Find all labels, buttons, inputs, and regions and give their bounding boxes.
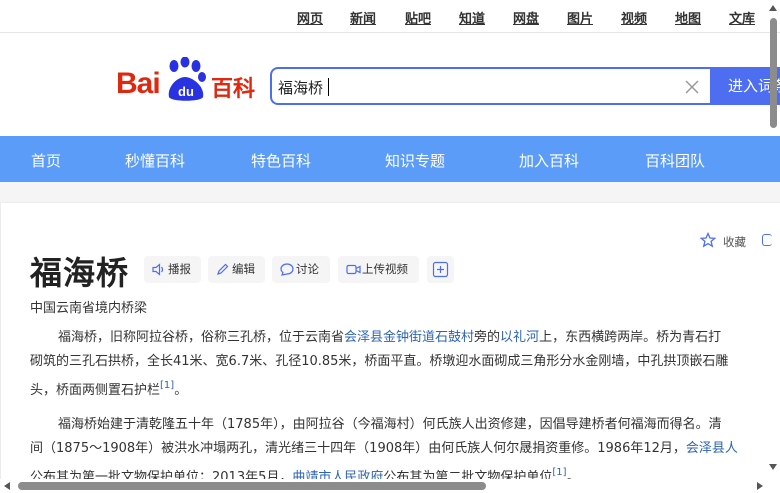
- search-box: [270, 67, 711, 105]
- link-jinzhong-shigu[interactable]: 会泽县金钟街道石鼓村: [344, 330, 474, 345]
- edit-button[interactable]: 编辑: [208, 256, 265, 283]
- topnav-link-zhidao[interactable]: 知道: [459, 8, 485, 27]
- add-button[interactable]: [427, 256, 454, 283]
- reference-link[interactable]: [1]: [552, 467, 566, 478]
- collect-label: 收藏: [723, 235, 746, 249]
- upload-video-label: 上传视频: [362, 262, 408, 276]
- edit-label: 编辑: [232, 262, 255, 276]
- play-button[interactable]: 播报: [144, 256, 201, 283]
- paragraph-2-line-2: 间（1875～1908年）被洪水冲塌两孔，清光绪三十四年（1908年）由何氏族人…: [30, 437, 738, 461]
- pencil-icon: [217, 263, 229, 275]
- text-caret: [328, 78, 329, 96]
- text-run: 。: [174, 383, 188, 398]
- nav-divider-bar: [0, 182, 780, 203]
- upload-video-button[interactable]: 上传视频: [338, 256, 419, 283]
- topnav-link-images[interactable]: 图片: [567, 8, 593, 27]
- play-label: 播报: [168, 262, 191, 276]
- scroll-right-arrow-icon[interactable]: [757, 482, 763, 490]
- chat-bubble-icon: [280, 263, 294, 276]
- paragraph-2-line-1: 福海桥始建于清乾隆五十年（1785年），由阿拉谷（今福海村）何氏族人出资修建，因…: [58, 417, 722, 432]
- horizontal-scrollbar[interactable]: [0, 479, 780, 493]
- topnav-link-web[interactable]: 网页: [297, 8, 323, 27]
- paw-logo-icon: du: [168, 57, 206, 101]
- baidu-baike-logo[interactable]: Bai du 百科: [116, 57, 258, 103]
- text-run: 福海桥，旧称阿拉谷桥，俗称三孔桥，位于云南省: [58, 330, 345, 345]
- link-yili-river[interactable]: 以礼河: [500, 330, 539, 345]
- vertical-scrollbar[interactable]: [768, 18, 778, 460]
- star-icon: [700, 232, 716, 248]
- paragraph-1-line-2: 砌筑的三孔石拱桥，全长41米、宽6.7米、孔径10.85米，桥面平直。桥墩迎水面…: [30, 354, 729, 369]
- top-navigation: 网页 新闻 贴吧 知道 网盘 图片 视频 地图 文库: [0, 0, 780, 33]
- topnav-link-map[interactable]: 地图: [675, 8, 701, 27]
- topnav-link-pan[interactable]: 网盘: [513, 8, 539, 27]
- search-input[interactable]: [278, 75, 668, 99]
- text-run: 旁的: [474, 330, 501, 345]
- nav-item-home[interactable]: 首页: [31, 150, 61, 171]
- reference-link[interactable]: [1]: [160, 380, 174, 391]
- article-title: 福海桥: [30, 254, 130, 292]
- logo-text-bai: Bai: [116, 67, 161, 100]
- scroll-left-arrow-icon[interactable]: [4, 482, 10, 490]
- text-run: 上，东西横跨两岸。桥为青石打: [539, 330, 722, 345]
- plus-icon: [432, 261, 449, 278]
- topnav-link-tieba[interactable]: 贴吧: [405, 8, 431, 27]
- horizontal-scroll-thumb[interactable]: [18, 482, 486, 490]
- text-run: 头，桥面两侧置石护栏: [30, 383, 161, 398]
- link-huize-county[interactable]: 会泽县人: [686, 441, 738, 456]
- clear-icon[interactable]: [682, 77, 702, 97]
- nav-item-miaodong[interactable]: 秒懂百科: [125, 150, 185, 171]
- video-camera-icon: [346, 264, 361, 275]
- discuss-button[interactable]: 讨论: [272, 256, 330, 283]
- vertical-scroll-thumb[interactable]: [770, 18, 777, 128]
- main-navigation: 首页 秒懂百科 特色百科 知识专题 加入百科 百科团队: [0, 136, 780, 182]
- nav-item-join[interactable]: 加入百科: [519, 150, 579, 171]
- logo-text-du: du: [178, 84, 194, 99]
- nav-item-team[interactable]: 百科团队: [645, 150, 705, 171]
- speaker-icon: [152, 263, 164, 276]
- nav-item-topics[interactable]: 知识专题: [385, 150, 445, 171]
- scroll-down-arrow-icon[interactable]: [769, 464, 777, 470]
- scroll-up-arrow-icon[interactable]: [769, 5, 777, 11]
- paragraph-1-line-1: 福海桥，旧称阿拉谷桥，俗称三孔桥，位于云南省会泽县金钟街道石鼓村旁的以礼河上，东…: [58, 326, 721, 350]
- topnav-link-news[interactable]: 新闻: [350, 8, 376, 27]
- discuss-label: 讨论: [296, 262, 319, 276]
- logo-text-baike: 百科: [211, 77, 256, 102]
- article-subtitle: 中国云南省境内桥梁: [30, 301, 148, 316]
- paragraph-1-line-3: 头，桥面两侧置石护栏[1]。: [30, 374, 187, 403]
- topnav-link-video[interactable]: 视频: [621, 8, 647, 27]
- topnav-link-wenku[interactable]: 文库: [729, 8, 755, 27]
- text-run: 间（1875～1908年）被洪水冲塌两孔，清光绪三十四年（1908年）由何氏族人…: [30, 441, 686, 456]
- nav-item-special[interactable]: 特色百科: [251, 150, 311, 171]
